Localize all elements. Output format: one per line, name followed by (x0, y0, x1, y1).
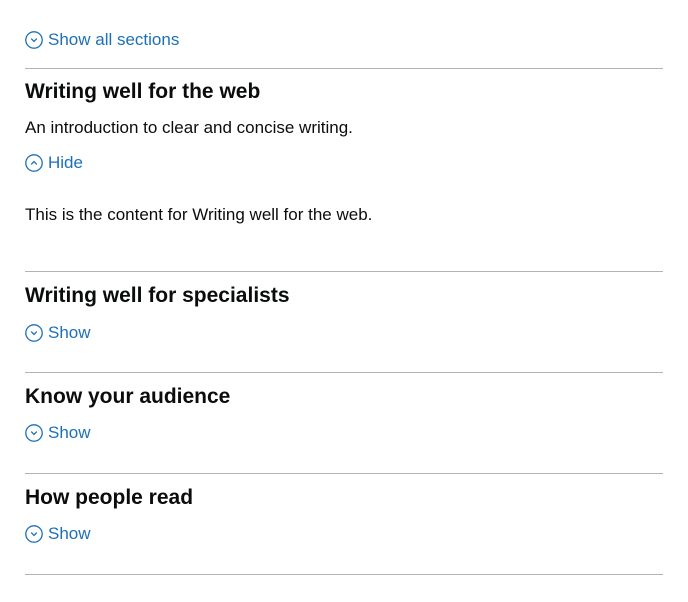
section-heading[interactable]: Writing well for specialists (25, 283, 290, 308)
show-section-label: Show (48, 323, 91, 342)
show-section-button[interactable]: Show (25, 323, 91, 343)
section-heading[interactable]: Writing well for the web (25, 79, 260, 104)
accordion: Show all sections Writing well for the w… (25, 0, 663, 575)
section-content: This is the content for Writing well for… (25, 205, 373, 224)
accordion-section-how-people-read: How people read Show (25, 473, 663, 574)
show-all-sections-label: Show all sections (48, 30, 180, 49)
chevron-down-circle-icon (25, 324, 43, 342)
chevron-down-circle-icon (25, 525, 43, 543)
hide-section-button[interactable]: Hide (25, 153, 83, 173)
show-all-sections-button[interactable]: Show all sections (25, 30, 179, 50)
section-heading[interactable]: How people read (25, 485, 193, 510)
chevron-up-circle-icon (25, 154, 43, 172)
hide-section-label: Hide (48, 153, 83, 172)
chevron-down-circle-icon (25, 31, 43, 49)
section-heading[interactable]: Know your audience (25, 384, 230, 409)
section-summary: An introduction to clear and concise wri… (25, 118, 353, 137)
show-section-label: Show (48, 524, 91, 543)
show-section-button[interactable]: Show (25, 524, 91, 544)
accordion-section-writing-web: Writing well for the web An introduction… (25, 68, 663, 271)
show-section-button[interactable]: Show (25, 423, 91, 443)
show-section-label: Show (48, 423, 91, 442)
accordion-controls: Show all sections (25, 0, 663, 68)
accordion-section-audience: Know your audience Show (25, 372, 663, 473)
chevron-down-circle-icon (25, 424, 43, 442)
accordion-bottom-divider (25, 574, 663, 575)
accordion-section-specialists: Writing well for specialists Show (25, 271, 663, 372)
